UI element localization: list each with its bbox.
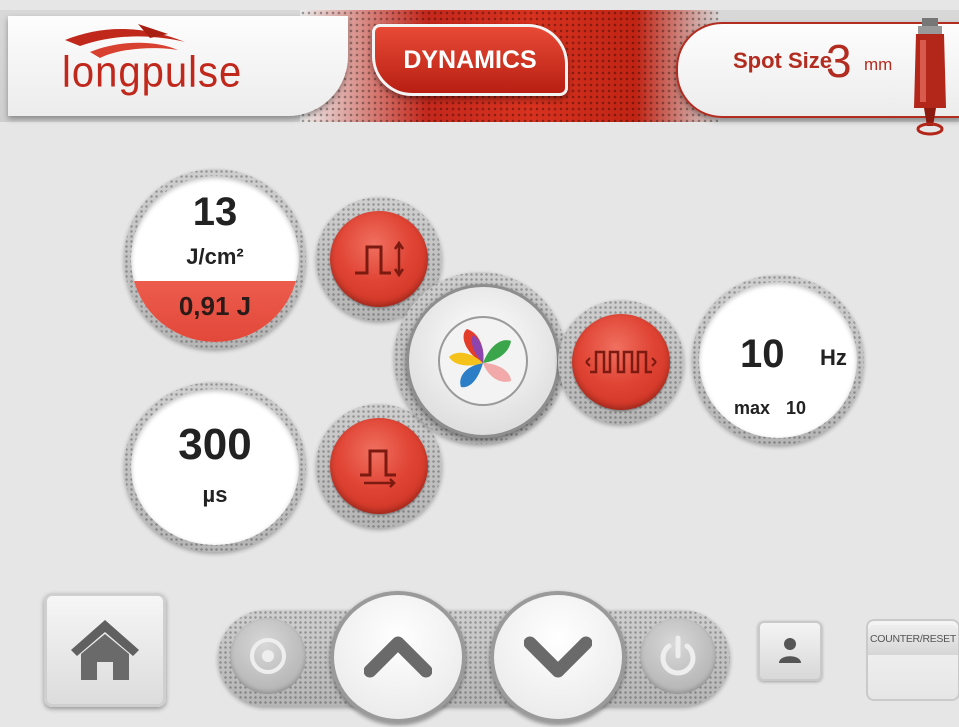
frequency-max-label: max [734,398,771,418]
energy-value: 0,91 J [178,291,252,321]
pulse-width-unit: µs [202,482,228,507]
counter-reset-button[interactable]: COUNTER/RESET [866,619,959,701]
frequency-unit: Hz [820,345,847,370]
counter-reset-label: COUNTER/RESET [868,625,958,655]
color-fan-logo-icon [438,316,528,406]
spot-size-value: 3 [826,35,852,87]
frequency-value: 10 [740,332,785,376]
pulse-width-icon [360,449,396,488]
fluence-unit: J/cm² [186,244,244,269]
frequency-adjust-ring [558,300,684,424]
user-button[interactable] [758,621,822,681]
home-icon [71,620,139,680]
user-icon [779,638,801,663]
fluence-adjust-button[interactable] [330,211,428,307]
fluence-pulse-icon [355,240,405,278]
frequency-adjust-button[interactable] [572,314,670,410]
power-icon [660,635,696,676]
tab-dynamics[interactable]: DYNAMICS [372,24,568,96]
power-button[interactable] [640,618,716,694]
chevron-down-icon [524,636,592,678]
spot-size-unit: mm [864,55,893,74]
home-button[interactable] [44,593,166,707]
brand-logo-text: longpulse [62,47,243,97]
fluence-value: 13 [192,190,238,234]
handpiece-icon [914,18,946,136]
target-icon [250,638,286,674]
pulse-width-adjust-button[interactable] [330,418,428,514]
decrease-button[interactable] [490,591,626,723]
increase-button[interactable] [330,591,466,723]
frequency-max-value: 10 [786,398,807,418]
spot-size-label: Spot Size [733,48,833,73]
target-button[interactable] [230,618,306,694]
pulse-width-value: 300 [178,420,252,469]
center-logo-ring [394,272,566,444]
center-logo-button[interactable] [406,284,560,438]
chevron-up-icon [364,636,432,678]
frequency-pulse-train-icon [585,350,657,374]
